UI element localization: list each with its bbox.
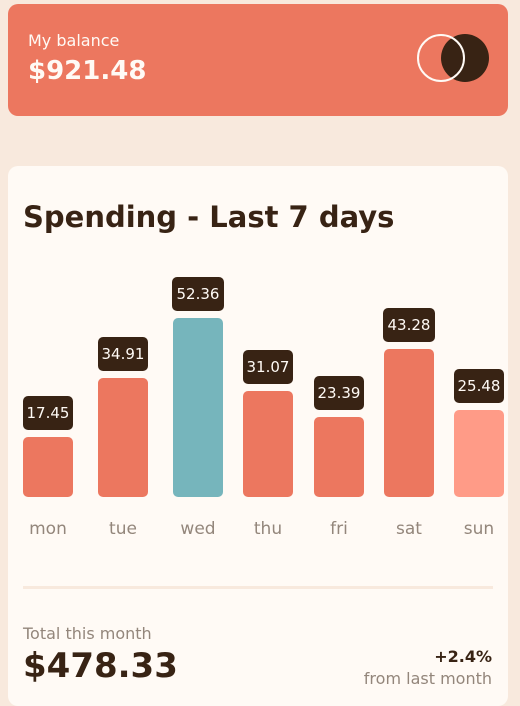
day-label-sat: sat [396,519,422,539]
spending-card: Spending - Last 7 days 17.45 mon 34.91 tue 5… [8,166,508,706]
balance-label: My balance [28,31,120,50]
day-label-wed: wed [180,519,216,539]
bar-sun[interactable] [454,410,504,497]
total-amount: $478.33 [23,646,178,686]
change-percent: +2.4% [434,647,492,666]
day-label-sun: sun [463,519,495,539]
bar-value-label-fri: 23.39 [314,376,364,410]
day-label-mon: mon [29,519,67,539]
bar-value-label-thu: 31.07 [243,350,293,384]
bar-value-label-tue: 34.91 [98,337,148,371]
bar-value-label-mon: 17.45 [23,396,73,430]
day-label-tue: tue [109,519,137,539]
bar-fri[interactable] [314,417,364,497]
divider [23,586,493,589]
spending-bar-chart: 17.45 mon 34.91 tue 52.36 wed 31.07 thu 23.39 fri… [8,166,508,566]
bar-value-label-sat: 43.28 [383,308,435,342]
bar-sat[interactable] [384,349,434,497]
two-circles-logo-icon [417,34,489,82]
bar-value-label-sun: 25.48 [454,369,504,403]
bar-mon[interactable] [23,437,73,497]
bar-thu[interactable] [243,391,293,497]
day-label-fri: fri [330,519,348,539]
change-label: from last month [363,669,492,688]
day-label-thu: thu [253,519,283,539]
total-label: Total this month [23,624,152,643]
bar-value-label-wed: 52.36 [172,277,224,311]
bar-wed[interactable] [173,318,223,497]
balance-card: My balance $921.48 [8,4,508,116]
bar-tue[interactable] [98,378,148,497]
balance-amount: $921.48 [28,56,147,86]
